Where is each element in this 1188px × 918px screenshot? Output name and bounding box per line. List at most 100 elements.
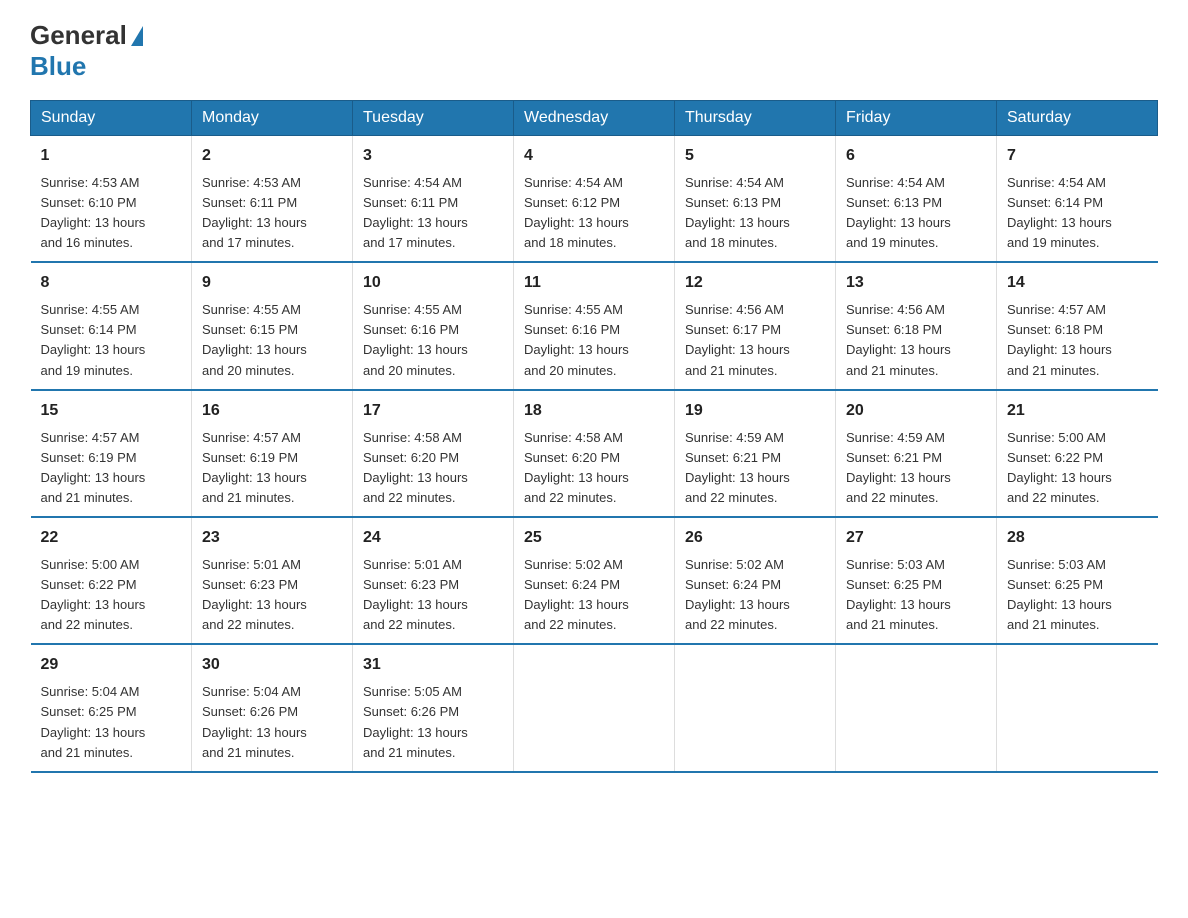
column-header-monday: Monday <box>192 101 353 136</box>
day-number: 21 <box>1007 399 1148 424</box>
calendar-week-row: 8 Sunrise: 4:55 AMSunset: 6:14 PMDaylight… <box>31 262 1158 389</box>
calendar-cell: 11Sunrise: 4:55 AMSunset: 6:16 PMDayligh… <box>514 262 675 389</box>
day-number: 25 <box>524 526 664 551</box>
day-number: 30 <box>202 653 342 678</box>
day-info: Sunrise: 5:02 AMSunset: 6:24 PMDaylight:… <box>685 557 790 632</box>
page-header: General Blue <box>30 20 1158 82</box>
day-info: Sunrise: 5:03 AMSunset: 6:25 PMDaylight:… <box>846 557 951 632</box>
calendar-cell: 24Sunrise: 5:01 AMSunset: 6:23 PMDayligh… <box>353 517 514 644</box>
day-info: Sunrise: 5:02 AMSunset: 6:24 PMDaylight:… <box>524 557 629 632</box>
day-number: 31 <box>363 653 503 678</box>
calendar-cell: 10Sunrise: 4:55 AMSunset: 6:16 PMDayligh… <box>353 262 514 389</box>
day-number: 29 <box>41 653 182 678</box>
day-number: 19 <box>685 399 825 424</box>
day-number: 9 <box>202 271 342 296</box>
column-header-thursday: Thursday <box>675 101 836 136</box>
calendar-cell: 18 Sunrise: 4:58 AMSunset: 6:20 PMDayligh… <box>514 390 675 517</box>
calendar-week-row: 1Sunrise: 4:53 AMSunset: 6:10 PMDaylight… <box>31 136 1158 263</box>
logo-general: General <box>30 20 127 51</box>
logo: General Blue <box>30 20 145 82</box>
calendar-cell: 17 Sunrise: 4:58 AMSunset: 6:20 PMDayligh… <box>353 390 514 517</box>
day-info: Sunrise: 4:59 AMSunset: 6:21 PMDaylight:… <box>685 430 790 505</box>
day-info: Sunrise: 4:56 AMSunset: 6:17 PMDaylight:… <box>685 302 790 377</box>
calendar-table: SundayMondayTuesdayWednesdayThursdayFrid… <box>30 100 1158 773</box>
calendar-cell: 7 Sunrise: 4:54 AMSunset: 6:14 PMDaylight… <box>997 136 1158 263</box>
day-number: 1 <box>41 144 182 169</box>
calendar-cell: 21 Sunrise: 5:00 AMSunset: 6:22 PMDayligh… <box>997 390 1158 517</box>
day-info: Sunrise: 4:54 AMSunset: 6:13 PMDaylight:… <box>846 175 951 250</box>
column-header-tuesday: Tuesday <box>353 101 514 136</box>
day-info: Sunrise: 5:03 AMSunset: 6:25 PMDaylight:… <box>1007 557 1112 632</box>
day-info: Sunrise: 4:54 AMSunset: 6:12 PMDaylight:… <box>524 175 629 250</box>
day-info: Sunrise: 5:00 AMSunset: 6:22 PMDaylight:… <box>41 557 146 632</box>
calendar-cell: 30 Sunrise: 5:04 AMSunset: 6:26 PMDayligh… <box>192 644 353 771</box>
calendar-cell: 8 Sunrise: 4:55 AMSunset: 6:14 PMDaylight… <box>31 262 192 389</box>
calendar-cell <box>514 644 675 771</box>
day-number: 14 <box>1007 271 1148 296</box>
day-number: 13 <box>846 271 986 296</box>
calendar-cell: 29 Sunrise: 5:04 AMSunset: 6:25 PMDayligh… <box>31 644 192 771</box>
day-info: Sunrise: 5:05 AMSunset: 6:26 PMDaylight:… <box>363 684 468 759</box>
day-info: Sunrise: 4:58 AMSunset: 6:20 PMDaylight:… <box>524 430 629 505</box>
column-header-wednesday: Wednesday <box>514 101 675 136</box>
calendar-cell: 5 Sunrise: 4:54 AMSunset: 6:13 PMDaylight… <box>675 136 836 263</box>
calendar-cell: 27 Sunrise: 5:03 AMSunset: 6:25 PMDayligh… <box>836 517 997 644</box>
day-number: 15 <box>41 399 182 424</box>
calendar-cell <box>836 644 997 771</box>
day-number: 12 <box>685 271 825 296</box>
calendar-cell: 1Sunrise: 4:53 AMSunset: 6:10 PMDaylight… <box>31 136 192 263</box>
calendar-cell: 28 Sunrise: 5:03 AMSunset: 6:25 PMDayligh… <box>997 517 1158 644</box>
day-info: Sunrise: 4:55 AMSunset: 6:16 PMDaylight:… <box>524 302 629 377</box>
day-number: 7 <box>1007 144 1148 169</box>
calendar-week-row: 15 Sunrise: 4:57 AMSunset: 6:19 PMDayligh… <box>31 390 1158 517</box>
day-info: Sunrise: 5:00 AMSunset: 6:22 PMDaylight:… <box>1007 430 1112 505</box>
calendar-cell: 13 Sunrise: 4:56 AMSunset: 6:18 PMDayligh… <box>836 262 997 389</box>
day-info: Sunrise: 4:54 AMSunset: 6:13 PMDaylight:… <box>685 175 790 250</box>
day-number: 20 <box>846 399 986 424</box>
day-number: 18 <box>524 399 664 424</box>
column-header-sunday: Sunday <box>31 101 192 136</box>
day-number: 10 <box>363 271 503 296</box>
day-number: 4 <box>524 144 664 169</box>
day-number: 23 <box>202 526 342 551</box>
day-info: Sunrise: 5:04 AMSunset: 6:25 PMDaylight:… <box>41 684 146 759</box>
day-info: Sunrise: 5:01 AMSunset: 6:23 PMDaylight:… <box>363 557 468 632</box>
day-info: Sunrise: 4:57 AMSunset: 6:19 PMDaylight:… <box>202 430 307 505</box>
day-info: Sunrise: 4:57 AMSunset: 6:19 PMDaylight:… <box>41 430 146 505</box>
day-number: 8 <box>41 271 182 296</box>
calendar-cell: 15 Sunrise: 4:57 AMSunset: 6:19 PMDayligh… <box>31 390 192 517</box>
calendar-week-row: 22 Sunrise: 5:00 AMSunset: 6:22 PMDayligh… <box>31 517 1158 644</box>
logo-line1: General <box>30 20 145 51</box>
calendar-cell: 16 Sunrise: 4:57 AMSunset: 6:19 PMDayligh… <box>192 390 353 517</box>
calendar-cell: 23Sunrise: 5:01 AMSunset: 6:23 PMDayligh… <box>192 517 353 644</box>
day-number: 3 <box>363 144 503 169</box>
calendar-cell <box>675 644 836 771</box>
calendar-cell: 25 Sunrise: 5:02 AMSunset: 6:24 PMDayligh… <box>514 517 675 644</box>
day-info: Sunrise: 4:54 AMSunset: 6:14 PMDaylight:… <box>1007 175 1112 250</box>
day-number: 17 <box>363 399 503 424</box>
calendar-cell: 20Sunrise: 4:59 AMSunset: 6:21 PMDayligh… <box>836 390 997 517</box>
calendar-cell: 6Sunrise: 4:54 AMSunset: 6:13 PMDaylight… <box>836 136 997 263</box>
day-info: Sunrise: 4:55 AMSunset: 6:15 PMDaylight:… <box>202 302 307 377</box>
day-info: Sunrise: 4:56 AMSunset: 6:18 PMDaylight:… <box>846 302 951 377</box>
day-info: Sunrise: 4:58 AMSunset: 6:20 PMDaylight:… <box>363 430 468 505</box>
calendar-cell: 2Sunrise: 4:53 AMSunset: 6:11 PMDaylight… <box>192 136 353 263</box>
day-info: Sunrise: 4:55 AMSunset: 6:14 PMDaylight:… <box>41 302 146 377</box>
calendar-week-row: 29 Sunrise: 5:04 AMSunset: 6:25 PMDayligh… <box>31 644 1158 771</box>
calendar-cell: 19 Sunrise: 4:59 AMSunset: 6:21 PMDayligh… <box>675 390 836 517</box>
calendar-cell <box>997 644 1158 771</box>
day-info: Sunrise: 4:54 AMSunset: 6:11 PMDaylight:… <box>363 175 468 250</box>
day-number: 22 <box>41 526 182 551</box>
day-info: Sunrise: 4:53 AMSunset: 6:11 PMDaylight:… <box>202 175 307 250</box>
day-info: Sunrise: 5:04 AMSunset: 6:26 PMDaylight:… <box>202 684 307 759</box>
calendar-cell: 22 Sunrise: 5:00 AMSunset: 6:22 PMDayligh… <box>31 517 192 644</box>
day-number: 27 <box>846 526 986 551</box>
day-number: 16 <box>202 399 342 424</box>
day-number: 28 <box>1007 526 1148 551</box>
calendar-cell: 3 Sunrise: 4:54 AMSunset: 6:11 PMDaylight… <box>353 136 514 263</box>
day-number: 5 <box>685 144 825 169</box>
calendar-cell: 31 Sunrise: 5:05 AMSunset: 6:26 PMDayligh… <box>353 644 514 771</box>
column-header-saturday: Saturday <box>997 101 1158 136</box>
column-header-friday: Friday <box>836 101 997 136</box>
calendar-cell: 9 Sunrise: 4:55 AMSunset: 6:15 PMDaylight… <box>192 262 353 389</box>
